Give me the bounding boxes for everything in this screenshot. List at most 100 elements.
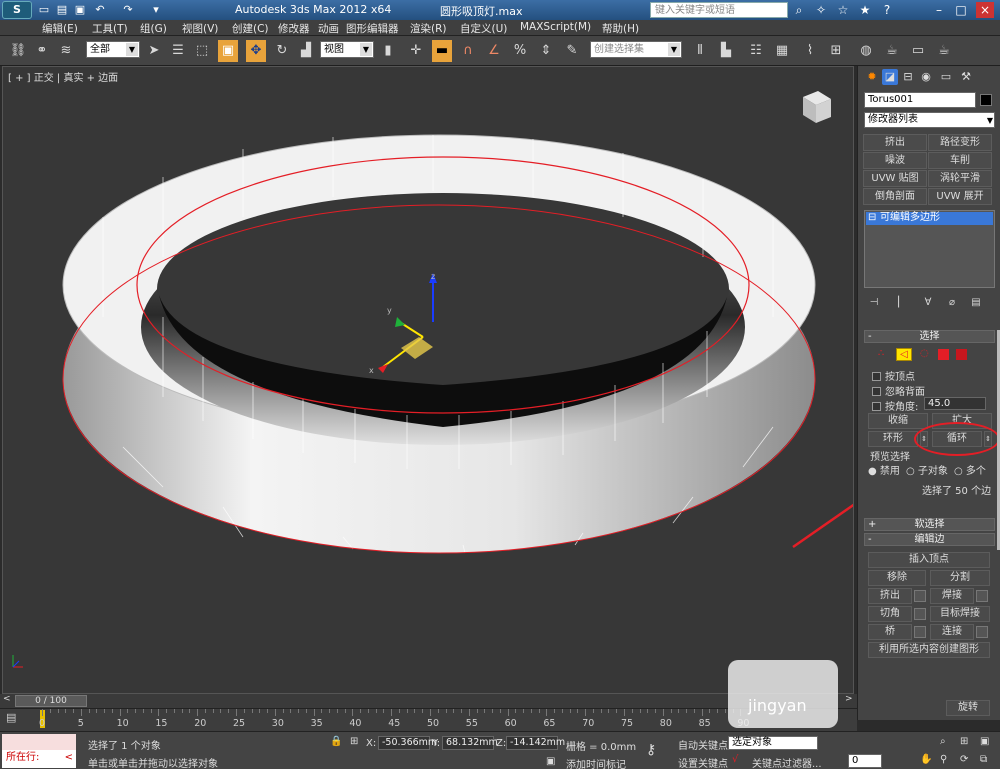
zoom-icon[interactable]: ⌕	[940, 736, 946, 747]
hierarchy-tab-icon[interactable]: ⊟	[900, 69, 916, 85]
selection-rollout-header[interactable]: - 选择	[864, 330, 995, 343]
z-coord-field[interactable]: -14.142mm	[506, 736, 565, 750]
element-level-icon[interactable]	[956, 349, 967, 360]
menu-graph-editors[interactable]: 图形编辑器	[346, 21, 399, 36]
render-production-icon[interactable]: ☕	[934, 40, 954, 62]
window-crossing-icon[interactable]: ▣	[218, 40, 238, 62]
communication-icon[interactable]: ☆	[834, 2, 852, 18]
border-level-icon[interactable]: ◌	[920, 348, 929, 359]
motion-tab-icon[interactable]: ◉	[918, 69, 934, 85]
maximize-icon[interactable]: □	[952, 2, 970, 18]
polygon-level-icon[interactable]	[938, 349, 949, 360]
curve-editor-icon[interactable]: ⌇	[800, 40, 820, 62]
select-and-link-icon[interactable]: ⛓	[8, 40, 28, 62]
shrink-button[interactable]: 收缩	[868, 413, 928, 429]
split-button[interactable]: 分割	[930, 570, 990, 586]
schematic-view-icon[interactable]: ⊞	[826, 40, 846, 62]
save-file-icon[interactable]: ▣	[72, 2, 88, 17]
torus-object[interactable]: z y x	[3, 67, 854, 694]
absolute-mode-icon[interactable]: ⊞	[350, 736, 358, 747]
menu-edit[interactable]: 编辑(E)	[42, 21, 78, 36]
key-selection-dropdown[interactable]: 选定对象	[728, 736, 818, 750]
app-logo-icon[interactable]: S	[2, 1, 32, 19]
snap-toggle-icon[interactable]: ∩	[458, 40, 478, 62]
maxscript-listener[interactable]	[2, 734, 76, 750]
key-icon[interactable]: ⚷	[646, 742, 656, 758]
time-tag-icon[interactable]: ▣	[546, 756, 555, 767]
menu-tools[interactable]: 工具(T)	[92, 21, 128, 36]
target-weld-button[interactable]: 目标焊接	[930, 606, 990, 622]
render-setup-icon[interactable]: ☕	[882, 40, 902, 62]
menu-rendering[interactable]: 渲染(R)	[410, 21, 447, 36]
ring-button[interactable]: 环形	[868, 431, 918, 447]
y-coord-field[interactable]: 68.132mm	[442, 736, 498, 750]
by-vertex-checkbox[interactable]: 按顶点	[872, 368, 915, 383]
percent-snap-icon[interactable]: %	[510, 40, 530, 62]
modifier-list-dropdown[interactable]: 修改器列表 ▼	[864, 112, 995, 128]
rectangular-selection-icon[interactable]: ⬚	[192, 40, 212, 62]
close-icon[interactable]: ×	[976, 2, 994, 18]
extrude-settings-icon[interactable]	[914, 590, 926, 602]
preview-off-radio[interactable]: ● 禁用	[868, 462, 900, 477]
bridge-button[interactable]: 桥	[868, 624, 912, 640]
walk-through-icon[interactable]: ⚲	[940, 754, 947, 765]
display-tab-icon[interactable]: ▭	[938, 69, 954, 85]
preview-subobject-radio[interactable]: ○ 子对象	[906, 462, 948, 477]
select-and-scale-icon[interactable]: ▟	[296, 40, 316, 62]
subscription-icon[interactable]: ✧	[812, 2, 830, 18]
turbosmooth-modifier-button[interactable]: 涡轮平滑	[928, 170, 992, 187]
utilities-tab-icon[interactable]: ⚒	[958, 69, 974, 85]
remove-modifier-icon[interactable]: ⌀	[944, 292, 960, 314]
bridge-settings-icon[interactable]	[914, 626, 926, 638]
by-angle-checkbox[interactable]: 按角度:	[872, 398, 918, 413]
lathe-modifier-button[interactable]: 车削	[928, 152, 992, 169]
help-icon[interactable]: ?	[878, 2, 896, 18]
zoom-extents-icon[interactable]: ▣	[980, 736, 989, 747]
selection-filter-dropdown[interactable]: 全部 ▼	[86, 41, 140, 58]
time-slider-thumb[interactable]: 0 / 100	[15, 695, 87, 707]
pin-stack-icon[interactable]: ⊣	[866, 292, 882, 314]
make-unique-icon[interactable]: ∀	[920, 292, 936, 314]
extrude-button[interactable]: 挤出	[868, 588, 912, 604]
show-end-result-icon[interactable]: ▏	[894, 292, 910, 314]
object-color-swatch[interactable]	[980, 94, 992, 106]
rendered-frame-icon[interactable]: ▭	[908, 40, 928, 62]
layer-manager-icon[interactable]: ☷	[746, 40, 766, 62]
object-name-field[interactable]: Torus001	[864, 92, 976, 108]
current-frame-field[interactable]: 0	[848, 754, 882, 768]
ignore-backfacing-checkbox[interactable]: 忽略背面	[872, 383, 925, 398]
menu-create[interactable]: 创建(C)	[232, 21, 269, 36]
create-shape-button[interactable]: 利用所选内容创建图形	[868, 642, 990, 658]
auto-key-button[interactable]: 自动关键点	[678, 737, 728, 752]
key-curve-icon[interactable]: √	[732, 754, 738, 765]
vertex-level-icon[interactable]: ∴	[878, 348, 884, 359]
select-object-icon[interactable]: ➤	[144, 40, 164, 62]
select-and-rotate-icon[interactable]: ↻	[272, 40, 292, 62]
key-filters-button[interactable]: 关键点过滤器...	[752, 755, 822, 769]
configure-modifier-sets-icon[interactable]: ▤	[968, 292, 984, 314]
menu-customize[interactable]: 自定义(U)	[460, 21, 507, 36]
keyboard-shortcut-override-icon[interactable]: ▬	[432, 40, 452, 62]
orbit-icon[interactable]: ⟳	[960, 754, 968, 765]
chamfer-settings-icon[interactable]	[914, 608, 926, 620]
select-by-name-icon[interactable]: ☰	[168, 40, 188, 62]
binoculars-icon[interactable]: ⌕	[790, 2, 808, 18]
new-file-icon[interactable]: ▭	[36, 2, 52, 17]
zoom-all-icon[interactable]: ⊞	[960, 736, 968, 747]
perspective-viewport[interactable]: [ + ] 正交 | 真实 + 边面 z y x	[2, 66, 854, 694]
maxscript-line[interactable]: 所在行: <	[2, 750, 76, 768]
noise-modifier-button[interactable]: 噪波	[863, 152, 927, 169]
select-and-move-icon[interactable]: ✥	[246, 40, 266, 62]
modify-tab-icon[interactable]: ◪	[882, 69, 898, 85]
set-key-button[interactable]: 设置关键点	[678, 755, 728, 769]
stack-expand-icon[interactable]: ⊟	[868, 212, 876, 224]
preview-multi-radio[interactable]: ○ 多个	[954, 462, 986, 477]
unlink-icon[interactable]: ⚭	[32, 40, 52, 62]
time-slider-left-icon[interactable]: <	[3, 694, 11, 704]
create-tab-icon[interactable]: ✹	[864, 69, 880, 85]
menu-views[interactable]: 视图(V)	[182, 21, 218, 36]
mirror-icon[interactable]: ⫴	[690, 40, 710, 62]
align-icon[interactable]: ▙	[716, 40, 736, 62]
path-deform-modifier-button[interactable]: 路径变形	[928, 134, 992, 151]
menu-modifiers[interactable]: 修改器	[278, 21, 310, 36]
